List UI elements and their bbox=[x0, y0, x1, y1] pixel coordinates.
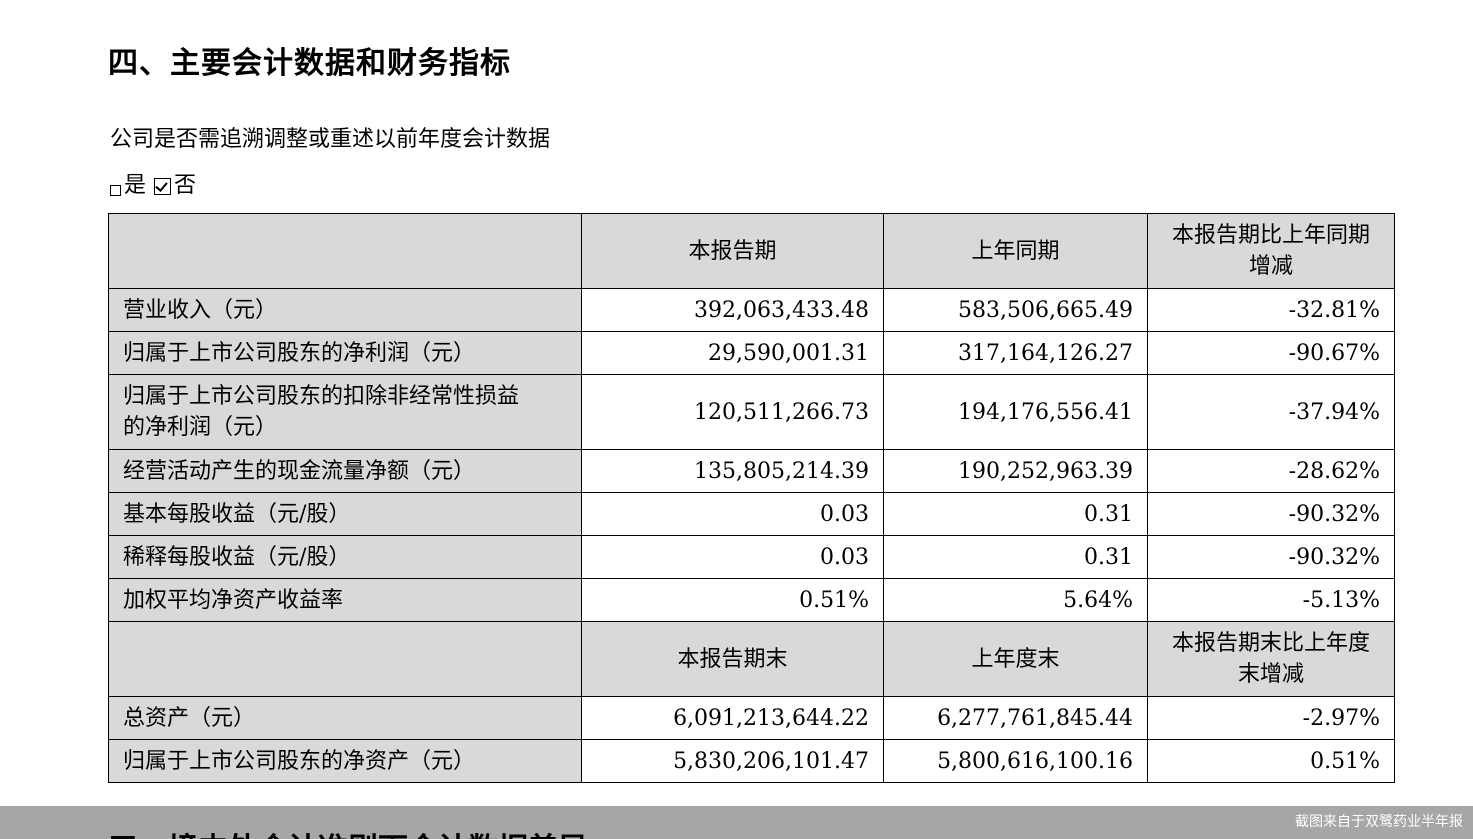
current-value: 392,063,433.48 bbox=[581, 288, 884, 332]
prior-value: 5.64% bbox=[883, 578, 1148, 622]
header-label-cell bbox=[108, 621, 582, 697]
current-value: 5,830,206,101.47 bbox=[581, 739, 884, 783]
prior-value: 5,800,616,100.16 bbox=[883, 739, 1148, 783]
current-value: 120,511,266.73 bbox=[581, 374, 884, 450]
financial-indicators-table: 本报告期 上年同期 本报告期比上年同期 增减 营业收入（元） 392,063,43… bbox=[108, 213, 1395, 783]
current-value: 0.03 bbox=[581, 492, 884, 536]
current-value: 135,805,214.39 bbox=[581, 449, 884, 493]
change-value: -90.67% bbox=[1147, 331, 1395, 375]
current-value: 6,091,213,644.22 bbox=[581, 696, 884, 740]
prior-value: 0.31 bbox=[883, 535, 1148, 579]
table-header-row: 本报告期 上年同期 本报告期比上年同期 增减 bbox=[108, 213, 1395, 289]
table-header-row: 本报告期末 上年度末 本报告期末比上年度 末增减 bbox=[108, 621, 1395, 697]
table-row: 归属于上市公司股东的净资产（元） 5,830,206,101.47 5,800,… bbox=[108, 739, 1395, 783]
row-label: 归属于上市公司股东的净资产（元） bbox=[108, 739, 582, 783]
prior-value: 190,252,963.39 bbox=[883, 449, 1148, 493]
table-row: 营业收入（元） 392,063,433.48 583,506,665.49 -3… bbox=[108, 288, 1395, 332]
restatement-choices: 是 否 bbox=[110, 170, 196, 202]
restatement-question: 公司是否需追溯调整或重述以前年度会计数据 bbox=[110, 127, 551, 152]
change-value: -5.13% bbox=[1147, 578, 1395, 622]
row-label: 基本每股收益（元/股） bbox=[108, 492, 582, 536]
row-label: 归属于上市公司股东的扣除非经常性损益 的净利润（元） bbox=[108, 374, 582, 450]
prior-value: 194,176,556.41 bbox=[883, 374, 1148, 450]
source-watermark: 截图来自于双鹭药业半年报 bbox=[1295, 814, 1463, 830]
change-value: -2.97% bbox=[1147, 696, 1395, 740]
row-label: 加权平均净资产收益率 bbox=[108, 578, 582, 622]
header-change: 本报告期比上年同期 增减 bbox=[1147, 213, 1395, 289]
table-row: 经营活动产生的现金流量净额（元） 135,805,214.39 190,252,… bbox=[108, 449, 1395, 493]
header-label-cell bbox=[108, 213, 582, 289]
row-label: 归属于上市公司股东的净利润（元） bbox=[108, 331, 582, 375]
table-row: 稀释每股收益（元/股） 0.03 0.31 -90.32% bbox=[108, 535, 1395, 579]
change-value: -32.81% bbox=[1147, 288, 1395, 332]
prior-value: 317,164,126.27 bbox=[883, 331, 1148, 375]
checkbox-checked-icon[interactable] bbox=[154, 177, 172, 195]
checkbox-unchecked-icon[interactable] bbox=[110, 184, 121, 196]
choice-yes-label: 是 bbox=[124, 173, 147, 198]
change-value: -90.32% bbox=[1147, 535, 1395, 579]
current-value: 0.51% bbox=[581, 578, 884, 622]
row-label: 营业收入（元） bbox=[108, 288, 582, 332]
table-row: 归属于上市公司股东的净利润（元） 29,590,001.31 317,164,1… bbox=[108, 331, 1395, 375]
prior-value: 583,506,665.49 bbox=[883, 288, 1148, 332]
header-change: 本报告期末比上年度 末增减 bbox=[1147, 621, 1395, 697]
row-label: 总资产（元） bbox=[108, 696, 582, 740]
prior-value: 6,277,761,845.44 bbox=[883, 696, 1148, 740]
change-value: -37.94% bbox=[1147, 374, 1395, 450]
row-label: 经营活动产生的现金流量净额（元） bbox=[108, 449, 582, 493]
table-row: 基本每股收益（元/股） 0.03 0.31 -90.32% bbox=[108, 492, 1395, 536]
header-period-end: 本报告期末 bbox=[581, 621, 884, 697]
prior-value: 0.31 bbox=[883, 492, 1148, 536]
row-label: 稀释每股收益（元/股） bbox=[108, 535, 582, 579]
table-row: 总资产（元） 6,091,213,644.22 6,277,761,845.44… bbox=[108, 696, 1395, 740]
change-value: -90.32% bbox=[1147, 492, 1395, 536]
header-prior-year-end: 上年度末 bbox=[883, 621, 1148, 697]
header-prior-period: 上年同期 bbox=[883, 213, 1148, 289]
next-section-title-partial: 五、境内外会计准则下会计数据差异 bbox=[108, 828, 588, 839]
current-value: 0.03 bbox=[581, 535, 884, 579]
header-current-period: 本报告期 bbox=[581, 213, 884, 289]
change-value: 0.51% bbox=[1147, 739, 1395, 783]
choice-no-label: 否 bbox=[174, 173, 197, 198]
current-value: 29,590,001.31 bbox=[581, 331, 884, 375]
change-value: -28.62% bbox=[1147, 449, 1395, 493]
section-title: 四、主要会计数据和财务指标 bbox=[108, 46, 511, 81]
table-row: 加权平均净资产收益率 0.51% 5.64% -5.13% bbox=[108, 578, 1395, 622]
footer-bar: 五、境内外会计准则下会计数据差异 截图来自于双鹭药业半年报 bbox=[0, 806, 1473, 839]
table-row: 归属于上市公司股东的扣除非经常性损益 的净利润（元） 120,511,266.73… bbox=[108, 374, 1395, 450]
